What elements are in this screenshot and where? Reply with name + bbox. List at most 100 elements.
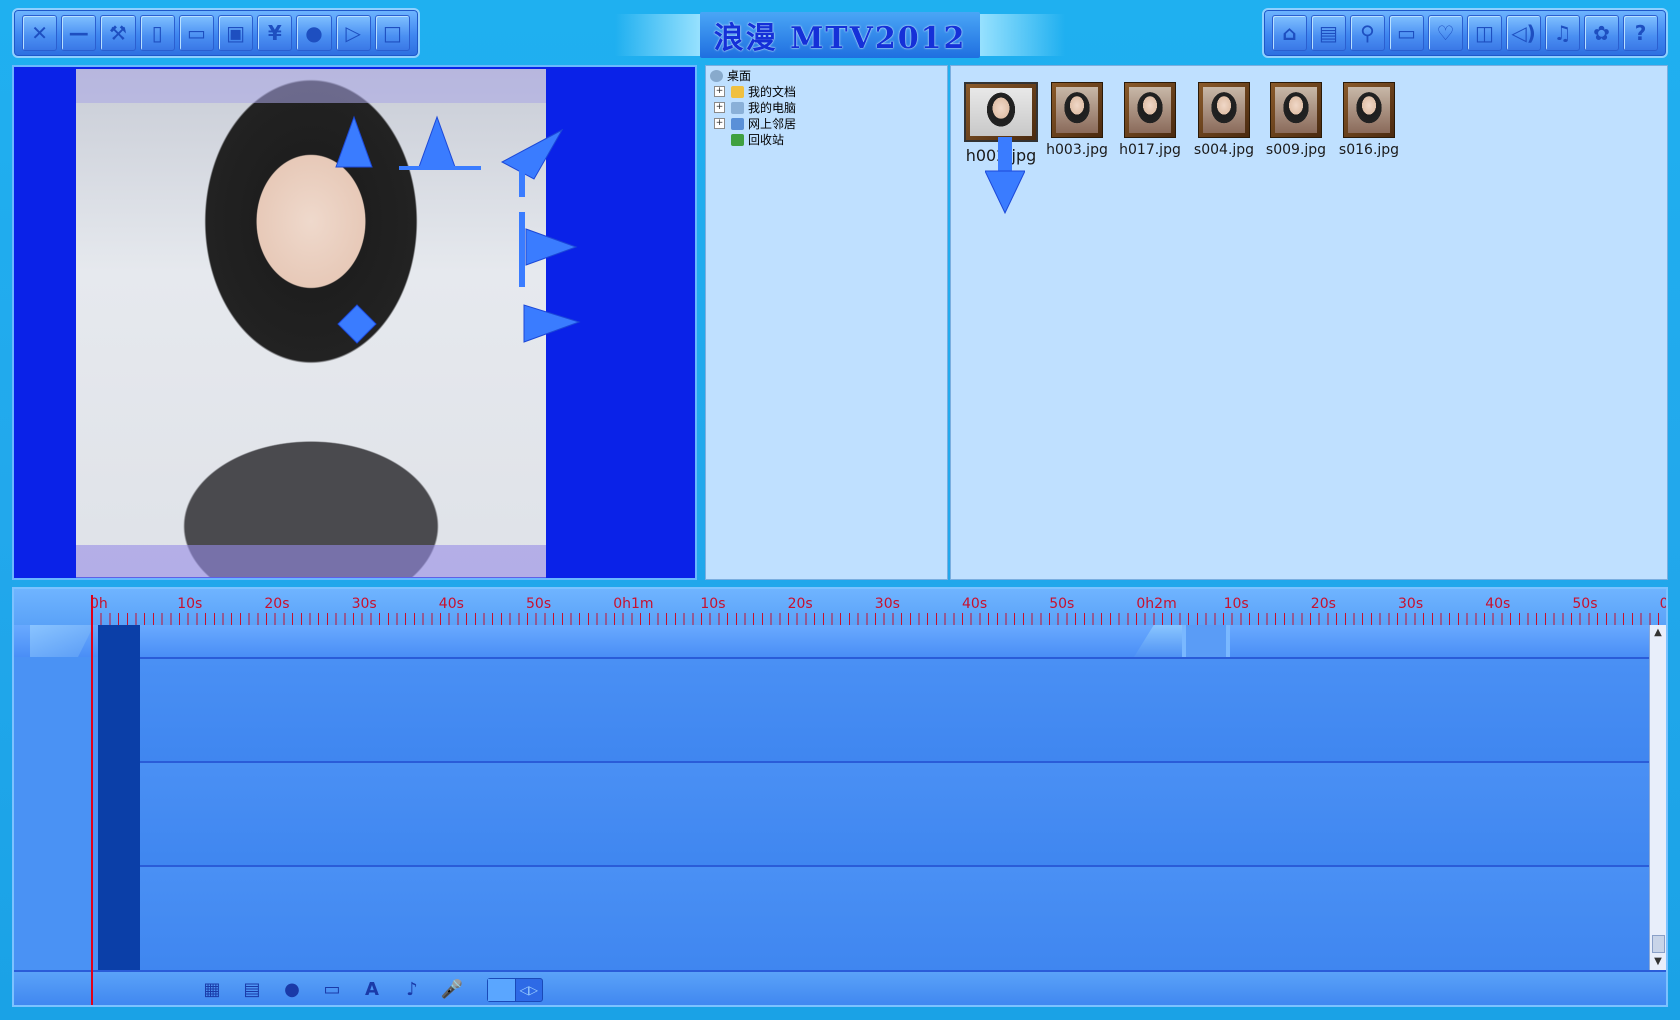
- timeline-scrollbar[interactable]: ▲ ▼: [1649, 625, 1666, 970]
- ruler-label: 30s: [874, 596, 900, 612]
- yen-icon[interactable]: ¥: [257, 15, 293, 51]
- record-icon[interactable]: ●: [296, 15, 332, 51]
- ruler-label: 50s: [1572, 596, 1598, 612]
- save-icon[interactable]: ▣: [218, 15, 254, 51]
- image-browser[interactable]: h002.jpgh003.jpgh017.jpgs004.jpgs009.jpg…: [950, 65, 1668, 580]
- minimize-icon[interactable]: —: [61, 15, 97, 51]
- track-2[interactable]: [140, 761, 1654, 868]
- feature-toolbar: ⌂ ▤ ⚲ ▭ ♡ ◫ ◁) ♫ ✿?: [1262, 8, 1668, 58]
- tree-item-2[interactable]: + 我的电脑: [714, 100, 796, 115]
- handle-vbar-2: [519, 212, 525, 287]
- image-track-icon[interactable]: ▤: [240, 978, 264, 1000]
- layers-icon[interactable]: ◫: [1467, 15, 1502, 51]
- thumbnail-frame: [1051, 82, 1103, 138]
- track-labels-pane: [14, 657, 98, 970]
- folder-icon: [731, 133, 744, 146]
- folder-tree[interactable]: 桌面 + 我的文档 + 我的电脑 + 网上邻居 回收站: [705, 65, 948, 580]
- handle-up-1: [335, 115, 373, 168]
- thumbnail-image: [1275, 87, 1317, 133]
- tree-item-4[interactable]: 回收站: [714, 132, 784, 147]
- mode-toggle-left[interactable]: [488, 979, 516, 1001]
- playhead[interactable]: [91, 595, 93, 1005]
- folder-icon: [731, 101, 744, 114]
- track-3[interactable]: [140, 865, 1654, 973]
- open-folder-icon[interactable]: ▭: [178, 15, 215, 51]
- drag-arrow-icon: [985, 137, 1025, 215]
- thumbnail-2[interactable]: h003.jpg: [1044, 82, 1110, 158]
- thumbnail-4[interactable]: s004.jpg: [1191, 82, 1257, 158]
- thumbnail-frame: [1270, 82, 1322, 138]
- expand-icon[interactable]: +: [714, 102, 725, 113]
- ruler-label: 30s: [351, 596, 377, 612]
- ruler-label: 0h3: [1659, 596, 1668, 612]
- clip-track[interactable]: [14, 625, 1654, 659]
- handle-bar: [399, 166, 481, 170]
- monitor-icon[interactable]: ▭: [320, 978, 344, 1000]
- timeline-panel[interactable]: 0h 10s 20s 30s 40s 50s 0h1m 10s 20s 30s 40s 50s 0h2m…: [12, 587, 1668, 1007]
- search-icon[interactable]: ⚲: [1350, 15, 1385, 51]
- ruler-label: 30s: [1398, 596, 1424, 612]
- tree-item-3[interactable]: + 网上邻居: [714, 116, 796, 131]
- preview-panel[interactable]: [12, 65, 697, 580]
- handle-diag: [500, 128, 564, 180]
- thumbnail-5[interactable]: s009.jpg: [1263, 82, 1329, 158]
- tree-item-label: 我的文档: [748, 85, 797, 99]
- butterfly-icon[interactable]: ✿: [1584, 15, 1619, 51]
- music-icon[interactable]: ♪: [400, 978, 424, 1000]
- video-track-icon[interactable]: ▦: [200, 978, 224, 1000]
- ruler-label: 20s: [264, 596, 290, 612]
- thumbnail-frame: [1198, 82, 1250, 138]
- help-icon[interactable]: ?: [1623, 15, 1658, 51]
- text-icon[interactable]: A: [360, 978, 384, 1000]
- microphone-icon[interactable]: 🎤: [440, 978, 464, 1000]
- film-icon[interactable]: ▤: [1311, 15, 1346, 51]
- tree-item-label: 桌面: [727, 69, 752, 83]
- track-1[interactable]: [140, 657, 1654, 764]
- timeline-tool-bar: ◁▷ ▦ ▤ ● ▭ A ♪ 🎤: [14, 970, 1666, 1005]
- thumbnail-image: [1129, 87, 1171, 133]
- handle-diamond: [337, 304, 377, 344]
- main-toolbar: ✕ — ⚒ ▯ ▭ ▣ ¥ ● ▷ □: [12, 8, 420, 58]
- thumbnail-image: [970, 88, 1032, 136]
- hammer-icon[interactable]: ⚒: [100, 15, 136, 51]
- play-icon[interactable]: ▷: [335, 15, 371, 51]
- thumbnail-image: [1348, 87, 1390, 133]
- mode-toggle-right[interactable]: ◁▷: [516, 979, 543, 1001]
- new-file-icon[interactable]: ▯: [139, 15, 175, 51]
- expand-icon[interactable]: +: [714, 86, 725, 97]
- ruler-label: 10s: [700, 596, 726, 612]
- expand-icon[interactable]: +: [714, 118, 725, 129]
- app-title: 浪漫 MTV2012: [700, 12, 980, 58]
- time-ruler[interactable]: 0h 10s 20s 30s 40s 50s 0h1m 10s 20s 30s 40s 50s 0h2m…: [14, 589, 1666, 625]
- home-icon[interactable]: ⌂: [1272, 15, 1307, 51]
- scroll-thumb[interactable]: [1652, 935, 1665, 953]
- handle-vbar-1: [519, 167, 525, 197]
- thumbnail-label: s009.jpg: [1265, 142, 1327, 158]
- tree-item-label: 回收站: [748, 133, 785, 147]
- track-header-column: [98, 625, 140, 970]
- thumbnail-label: h003.jpg: [1046, 142, 1108, 158]
- scroll-down-icon[interactable]: ▼: [1650, 954, 1666, 970]
- handle-up-2: [418, 115, 456, 168]
- scroll-up-icon[interactable]: ▲: [1650, 625, 1666, 641]
- tree-item-label: 网上邻居: [748, 117, 797, 131]
- thumbnail-image: [1203, 87, 1245, 133]
- ruler-ticks: [92, 613, 1666, 625]
- handle-right-2: [523, 304, 581, 343]
- heart-icon[interactable]: ♡: [1428, 15, 1463, 51]
- tree-item-desktop[interactable]: 桌面: [710, 68, 751, 83]
- tree-item-1[interactable]: + 我的文档: [714, 84, 796, 99]
- desktop-icon: [710, 69, 723, 82]
- mode-toggle[interactable]: ◁▷: [487, 978, 543, 1002]
- thumbnail-3[interactable]: h017.jpg: [1117, 82, 1183, 158]
- stop-icon[interactable]: □: [374, 15, 411, 51]
- music-note-icon[interactable]: ♫: [1545, 15, 1580, 51]
- screen-icon[interactable]: ▭: [1389, 15, 1424, 51]
- ruler-label: 10s: [1223, 596, 1249, 612]
- close-icon[interactable]: ✕: [22, 15, 58, 51]
- transform-handles[interactable]: [14, 67, 697, 580]
- person-icon[interactable]: ●: [280, 978, 304, 1000]
- speaker-icon[interactable]: ◁): [1506, 15, 1541, 51]
- ruler-label: 0h2m: [1136, 596, 1177, 612]
- thumbnail-6[interactable]: s016.jpg: [1336, 82, 1402, 158]
